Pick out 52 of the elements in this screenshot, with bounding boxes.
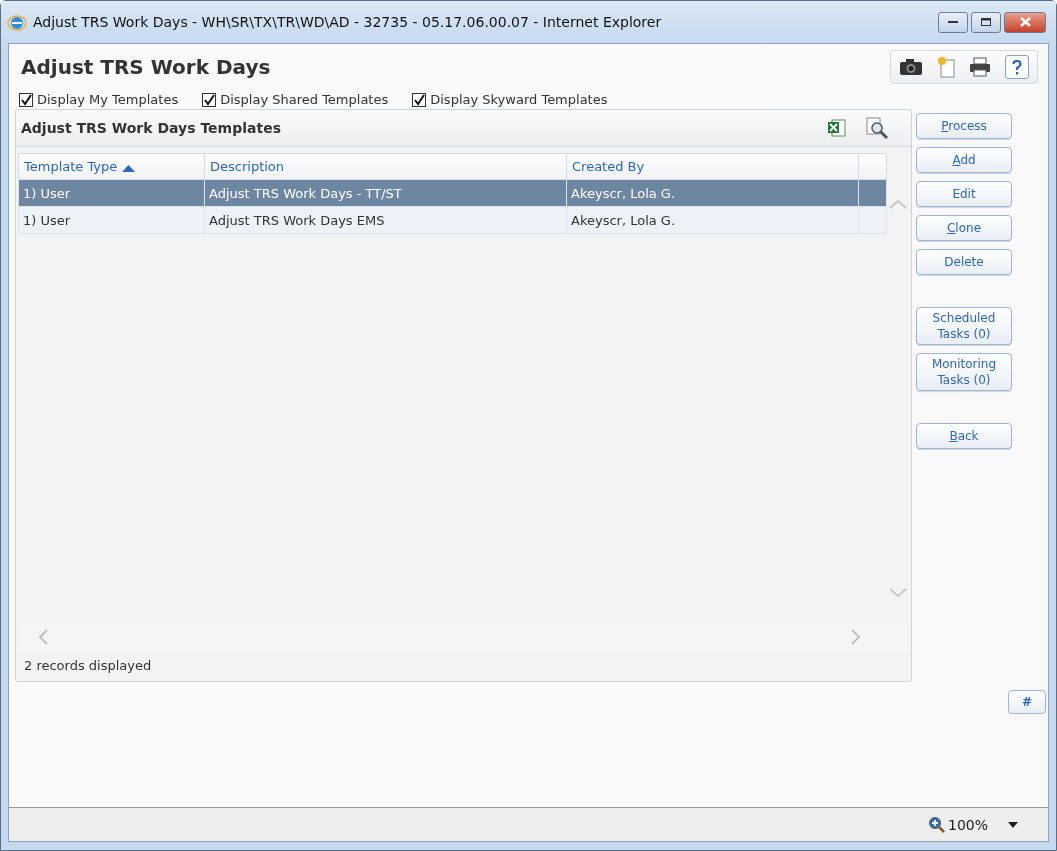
table-cell: Akeyscr, Lola G. [566,179,859,207]
camera-icon [899,58,923,76]
action-button[interactable]: Process [916,113,1012,139]
table-cell: 1) User [18,179,205,207]
printer-icon [969,57,991,77]
help-button[interactable] [1005,55,1029,79]
close-icon [1019,17,1031,27]
action-button[interactable]: Back [916,423,1012,449]
sort-ascending-icon [122,163,136,172]
action-button[interactable]: Delete [916,249,1012,275]
checkbox-label: Display My Templates [37,92,179,107]
print-preview-icon [865,117,889,139]
panel-title: Adjust TRS Work Days Templates [21,120,281,136]
column-header[interactable]: Description [204,153,567,180]
table-row[interactable]: 1) User Adjust TRS Work Days EMS Akeyscr, Lola G. [18,206,887,234]
maximize-button[interactable] [971,11,1001,33]
checkbox[interactable] [202,92,217,107]
new-page-icon [937,56,955,78]
scroll-down-icon [889,588,907,598]
table-row[interactable]: 1) User Adjust TRS Work Days - TT/ST Akeyscr, Lola G. [18,179,887,207]
checkbox-label: Display Skyward Templates [430,92,608,107]
table-cell: 1) User [18,206,205,234]
zoom-level[interactable]: 100% [927,816,988,833]
checkbox[interactable] [19,92,33,107]
spreadsheet-icon [827,118,847,138]
close-button[interactable] [1004,11,1046,33]
table-cell: Akeyscr, Lola G. [566,206,859,234]
action-button[interactable]: Clone [916,215,1012,241]
dropdown-icon [1008,821,1018,828]
scroll-right-icon [851,629,861,645]
column-header[interactable]: Created By [566,153,859,180]
zoom-icon [927,816,945,833]
table-cell: Adjust TRS Work Days - TT/ST [204,179,567,207]
page-title: Adjust TRS Work Days [21,55,271,79]
scroll-left-icon [38,629,48,645]
action-button[interactable]: Scheduled Tasks (0) [916,307,1012,345]
table-cell: Adjust TRS Work Days EMS [204,206,567,234]
checkbox[interactable] [412,92,427,107]
browser-icon [7,12,27,32]
maximize-icon [981,18,991,26]
window-title: Adjust TRS Work Days - WH\SR\TX\TR\WD\AD - 32735 - 05.17.06.00.07 - Internet Explorer [33,14,663,30]
hash-button[interactable]: # [1008,690,1046,714]
help-icon [1012,59,1022,75]
action-button[interactable]: Edit [916,181,1012,207]
record-count: 2 records displayed [23,657,153,675]
column-header[interactable]: Template Type [18,153,205,180]
action-button[interactable]: Monitoring Tasks (0) [916,353,1012,391]
scroll-up-icon [889,199,907,209]
minimize-icon [948,20,958,24]
action-button[interactable]: Add [916,147,1012,173]
checkbox-label: Display Shared Templates [220,92,389,107]
minimize-button[interactable] [938,11,968,33]
